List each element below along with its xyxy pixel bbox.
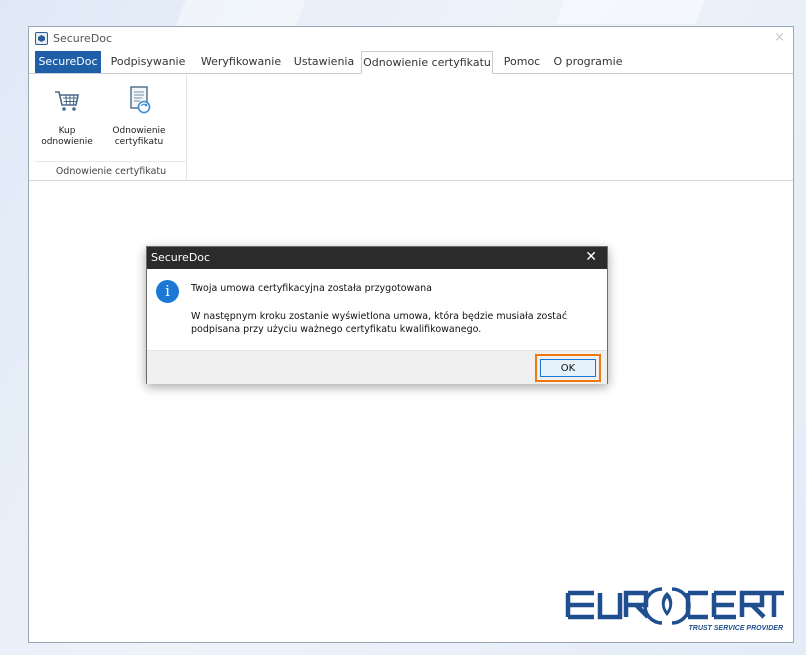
- background-shape: [555, 0, 705, 24]
- tab-o-programie[interactable]: O programie: [551, 51, 625, 73]
- title-bar: SecureDoc ×: [29, 27, 793, 51]
- dialog-main-message: Twoja umowa certyfikacyjna została przyg…: [191, 283, 432, 294]
- window-close-button[interactable]: ×: [774, 30, 785, 45]
- ribbon-group-label: Odnowienie certyfikatu: [35, 161, 187, 179]
- dialog-footer: OK: [147, 350, 607, 384]
- tab-securedoc[interactable]: SecureDoc: [35, 51, 101, 73]
- tab-podpisywanie[interactable]: Podpisywanie: [105, 51, 191, 73]
- ribbon-tabs: SecureDoc Podpisywanie Weryfikowanie Ust…: [29, 51, 793, 74]
- tab-odnowienie-certyfikatu[interactable]: Odnowienie certyfikatu: [361, 51, 493, 74]
- window-title: SecureDoc: [53, 32, 113, 45]
- dialog-title-bar: SecureDoc ✕: [147, 247, 607, 269]
- ribbon-panel: Kup odnowienie Odnowienie certyfikatu Od…: [29, 74, 793, 181]
- renew-certificate-label: Odnowienie certyfikatu: [112, 126, 166, 147]
- logo-tagline: TRUST SERVICE PROVIDER: [688, 625, 783, 632]
- cart-icon: [51, 84, 83, 116]
- tab-pomoc[interactable]: Pomoc: [497, 51, 547, 73]
- message-dialog: SecureDoc ✕ i Twoja umowa certyfikacyjna…: [146, 246, 608, 384]
- ribbon-group-renewal: Kup odnowienie Odnowienie certyfikatu Od…: [35, 74, 187, 180]
- tab-weryfikowanie[interactable]: Weryfikowanie: [195, 51, 287, 73]
- app-logo-icon: [35, 32, 48, 45]
- eurocert-logo: TRUST SERVICE PROVIDER: [564, 584, 784, 634]
- ok-button-highlight: OK: [535, 354, 601, 382]
- dialog-title: SecureDoc: [151, 251, 211, 264]
- buy-renewal-label: Kup odnowienie: [41, 126, 93, 147]
- dialog-close-button[interactable]: ✕: [585, 249, 597, 265]
- renew-certificate-button[interactable]: Odnowienie certyfikatu: [109, 84, 169, 148]
- buy-renewal-button[interactable]: Kup odnowienie: [37, 84, 97, 148]
- tab-ustawienia[interactable]: Ustawienia: [291, 51, 357, 73]
- ok-button[interactable]: OK: [540, 359, 596, 377]
- dialog-detail-message: W następnym kroku zostanie wyświetlona u…: [191, 311, 568, 335]
- certificate-renew-icon: [123, 84, 155, 116]
- info-icon: i: [156, 280, 179, 303]
